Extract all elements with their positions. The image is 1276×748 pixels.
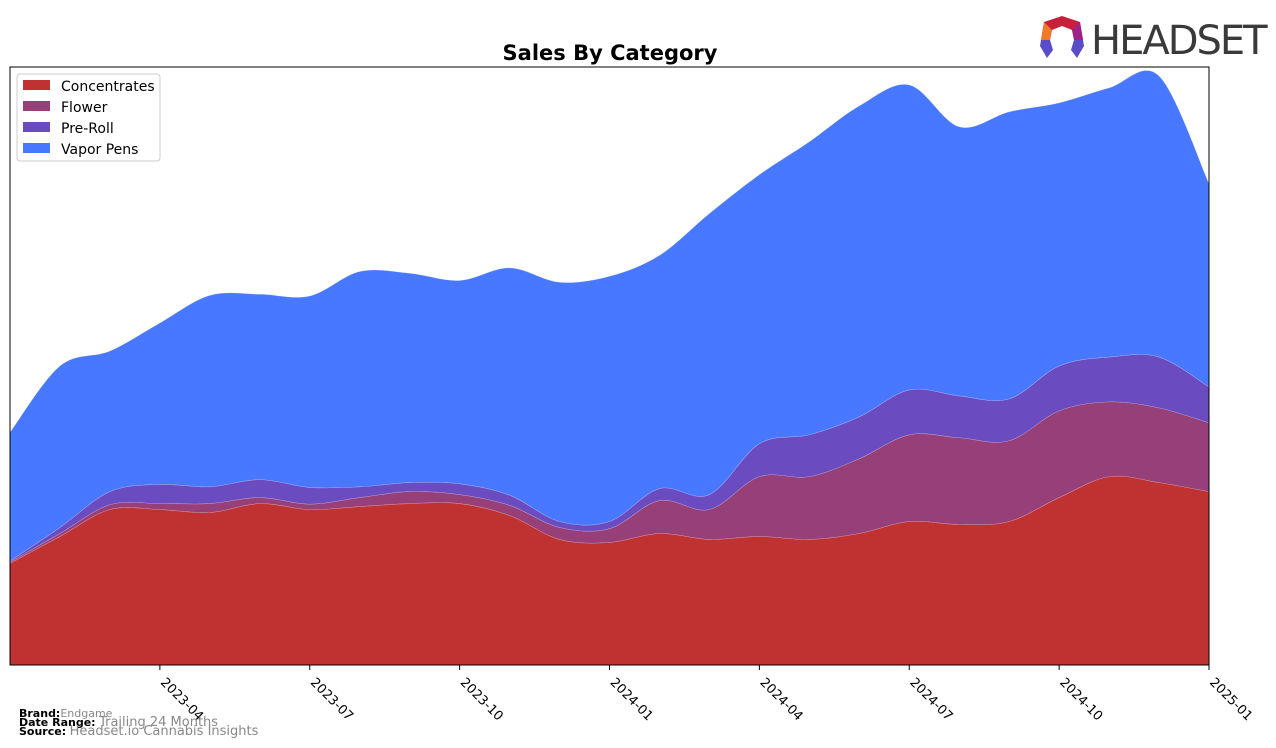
legend-swatch-pre-roll — [23, 122, 50, 132]
legend-label: Vapor Pens — [61, 142, 138, 158]
x-tick-label: 2024-01 — [607, 675, 656, 724]
legend-swatch-flower — [23, 101, 50, 111]
x-tick-label: 2025-01 — [1206, 675, 1255, 724]
x-axis: 2023-04 2023-07 2023-10 2024-01 2024-04 2024-… — [157, 665, 1255, 724]
x-tick-label: 2024-07 — [906, 675, 955, 724]
logo-text: HEADSET — [1091, 18, 1268, 64]
area-layers — [9, 70, 1210, 666]
legend-swatch-concentrates — [23, 80, 50, 90]
source-line: Source: Headset.io Cannabis Insights — [19, 724, 259, 739]
logo-mark-left — [1040, 40, 1053, 58]
x-tick-label: 2023-07 — [307, 675, 356, 724]
legend-swatch-vapor-pens — [23, 143, 50, 153]
chart-title: Sales By Category — [503, 41, 718, 65]
legend-label: Pre-Roll — [61, 121, 114, 137]
legend-label: Concentrates — [61, 79, 155, 95]
source-value: Headset.io Cannabis Insights — [69, 724, 259, 739]
logo-mark-right — [1071, 40, 1084, 58]
legend: Concentrates Flower Pre-Roll Vapor Pens — [16, 73, 161, 162]
sales-by-category-chart: 2023-04 2023-07 2023-10 2024-01 2024-04 2024-… — [9, 16, 1270, 724]
headset-logo: HEADSET — [1040, 16, 1270, 64]
source-label: Source: — [19, 725, 67, 738]
legend-label: Flower — [61, 100, 108, 116]
x-tick-label: 2024-04 — [757, 675, 806, 724]
x-tick-label: 2023-10 — [457, 675, 506, 724]
x-tick-label: 2024-10 — [1056, 675, 1105, 724]
